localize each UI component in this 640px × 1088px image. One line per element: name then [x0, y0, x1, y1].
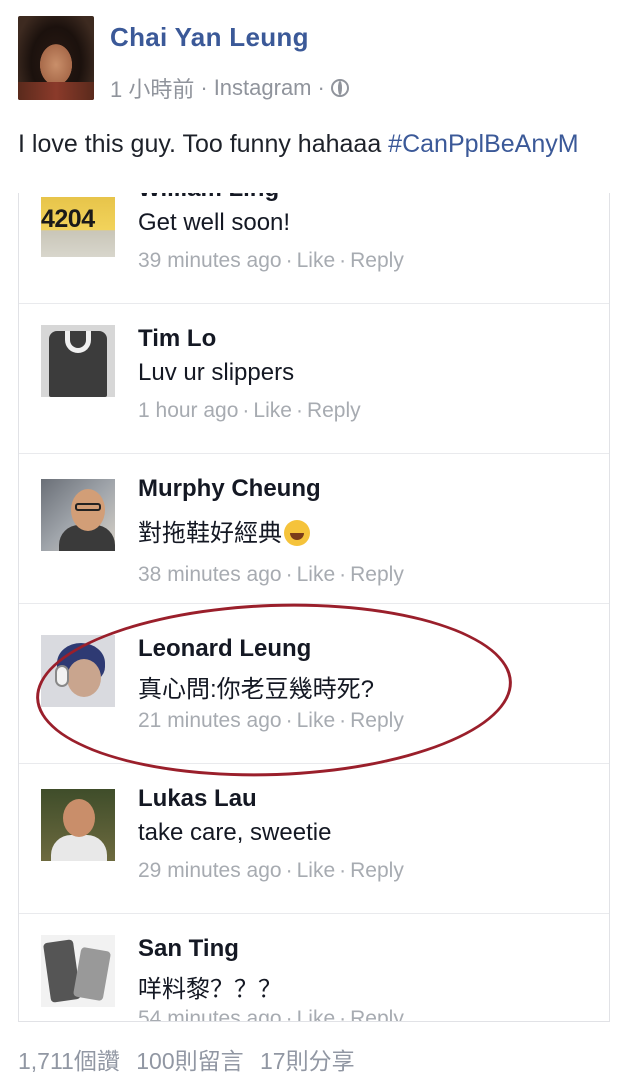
- comment-meta: 1 hour ago · Like · Reply: [138, 399, 361, 422]
- reply-link[interactable]: Reply: [350, 249, 404, 272]
- comment-time[interactable]: 21 minutes ago: [138, 709, 282, 732]
- comment-text-row: 對拖鞋好經典: [138, 513, 310, 548]
- like-link[interactable]: Like: [253, 399, 292, 422]
- avatar-face: [67, 659, 101, 697]
- comment-time[interactable]: 39 minutes ago: [138, 249, 282, 272]
- reply-link[interactable]: Reply: [307, 399, 361, 422]
- post-header: Chai Yan Leung 1 小時前 · Instagram ·: [18, 16, 618, 102]
- comment-time[interactable]: 1 hour ago: [138, 399, 238, 422]
- like-link[interactable]: Like: [297, 859, 336, 882]
- post-stats: 1,711個讚 100則留言 17則分享: [18, 1042, 365, 1076]
- comment-item: Tim Lo Luv ur slippers 1 hour ago · Like · R…: [19, 303, 609, 454]
- comment-meta: 39 minutes ago · Like · Reply: [138, 249, 404, 272]
- commenter-avatar[interactable]: [41, 479, 115, 551]
- post-source[interactable]: Instagram: [214, 75, 312, 101]
- commenter-avatar[interactable]: 4204: [41, 197, 115, 257]
- likes-count[interactable]: 1,711個讚: [18, 1048, 120, 1074]
- commenter-name[interactable]: Leonard Leung: [138, 635, 311, 663]
- sketch-shape: [72, 946, 112, 1002]
- post-time[interactable]: 1 小時前: [110, 72, 194, 104]
- comment-item: Murphy Cheung 對拖鞋好經典 38 minutes ago · Like…: [19, 453, 609, 604]
- comments-list: 4204 William Ling Get well soon! 39 minu…: [18, 193, 610, 1022]
- commenter-name[interactable]: San Ting: [138, 935, 239, 963]
- commenter-name[interactable]: Lukas Lau: [138, 785, 257, 813]
- comment-text: Luv ur slippers: [138, 359, 295, 386]
- comment-text: take care, sweetie: [138, 819, 332, 846]
- comment-time[interactable]: 54 minutes ago: [138, 1007, 282, 1021]
- commenter-avatar[interactable]: [41, 635, 115, 707]
- comment-text: Get well soon!: [138, 209, 291, 236]
- comment-item: San Ting 咩料黎？？？ 54 minutes ago · Like · Repl…: [19, 913, 609, 1021]
- commenter-avatar[interactable]: [41, 789, 115, 861]
- comment-text: 對拖鞋好經典: [138, 520, 282, 547]
- comment-time[interactable]: 38 minutes ago: [138, 563, 282, 586]
- globe-icon[interactable]: [330, 79, 349, 97]
- headphone-icon: [55, 665, 69, 687]
- comments-count[interactable]: 100則留言: [136, 1048, 243, 1074]
- comment-meta: 38 minutes ago · Like · Reply: [138, 563, 404, 586]
- author-avatar[interactable]: [18, 16, 94, 100]
- comment-time[interactable]: 29 minutes ago: [138, 859, 282, 882]
- avatar-body: [51, 835, 107, 861]
- comment-meta: 21 minutes ago · Like · Reply: [138, 709, 404, 732]
- post-text-main: I love this guy. Too funny hahaaa: [18, 130, 389, 158]
- commenter-avatar[interactable]: [41, 325, 115, 397]
- like-link[interactable]: Like: [297, 709, 336, 732]
- meta-separator: ·: [317, 75, 325, 100]
- author-name[interactable]: Chai Yan Leung: [110, 22, 309, 53]
- commenter-avatar[interactable]: [41, 935, 115, 1007]
- commenter-name[interactable]: Tim Lo: [138, 325, 216, 353]
- meta-separator: ·: [200, 75, 208, 100]
- comment-item: Leonard Leung 真心問:你老豆幾時死? 21 minutes ago…: [19, 613, 609, 764]
- like-link[interactable]: Like: [297, 249, 336, 272]
- glasses-icon: [75, 503, 101, 511]
- license-plate-text: 4204: [41, 205, 95, 233]
- shares-count[interactable]: 17則分享: [260, 1048, 355, 1074]
- reply-link[interactable]: Reply: [350, 563, 404, 586]
- post-meta: 1 小時前 · Instagram ·: [110, 72, 349, 104]
- reply-link[interactable]: Reply: [350, 709, 404, 732]
- like-link[interactable]: Like: [297, 563, 336, 586]
- post-text: I love this guy. Too funny hahaaa #CanPp…: [18, 130, 640, 159]
- reply-link[interactable]: Reply: [350, 859, 404, 882]
- comment-text: 咩料黎？？？: [138, 976, 282, 1003]
- avatar-face: [63, 799, 95, 837]
- post-hashtag[interactable]: #CanPplBeAnyM: [388, 130, 578, 158]
- commenter-name[interactable]: Murphy Cheung: [138, 475, 321, 503]
- like-link[interactable]: Like: [297, 1007, 336, 1021]
- laugh-icon: [284, 520, 310, 546]
- comment-item: Lukas Lau take care, sweetie 29 minutes …: [19, 763, 609, 914]
- comment-text: 真心問:你老豆幾時死?: [138, 676, 375, 703]
- reply-link[interactable]: Reply: [350, 1007, 404, 1021]
- comment-meta: 54 minutes ago · Like · Reply: [138, 1007, 404, 1021]
- comment-meta: 29 minutes ago · Like · Reply: [138, 859, 404, 882]
- comment-item: 4204 William Ling Get well soon! 39 minu…: [19, 193, 609, 304]
- commenter-name[interactable]: William Ling: [138, 193, 279, 203]
